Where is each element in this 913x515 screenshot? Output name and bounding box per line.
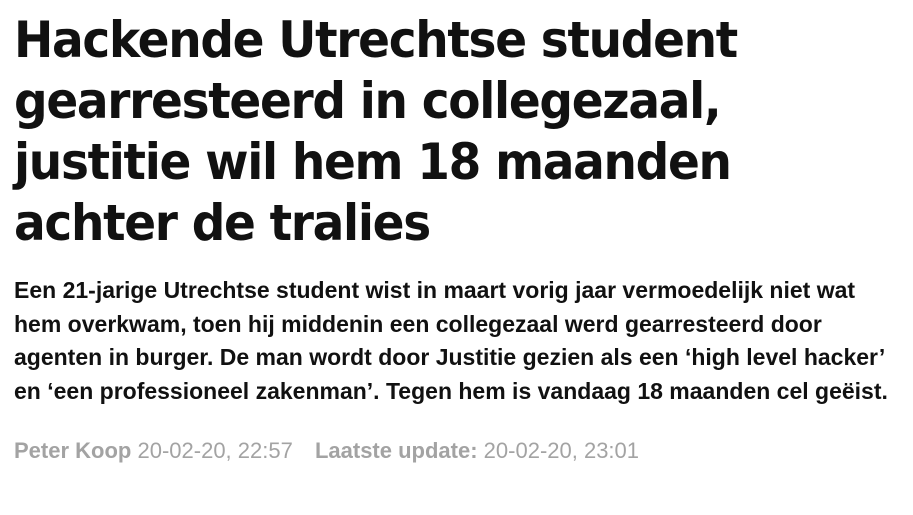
update-label: Laatste update: <box>314 438 478 464</box>
published-timestamp: 20-02-20, 22:57 <box>137 438 293 464</box>
article-meta: Peter Koop 20-02-20, 22:57 Laatste updat… <box>14 438 899 464</box>
updated-timestamp: 20-02-20, 23:01 <box>483 438 640 464</box>
article: Hackende Utrechtse student gearresteerd … <box>14 10 899 464</box>
author-name[interactable]: Peter Koop <box>14 438 131 463</box>
article-intro: Een 21-jarige Utrechtse student wist in … <box>14 277 888 404</box>
article-headline: Hackende Utrechtse student gearresteerd … <box>14 11 738 252</box>
